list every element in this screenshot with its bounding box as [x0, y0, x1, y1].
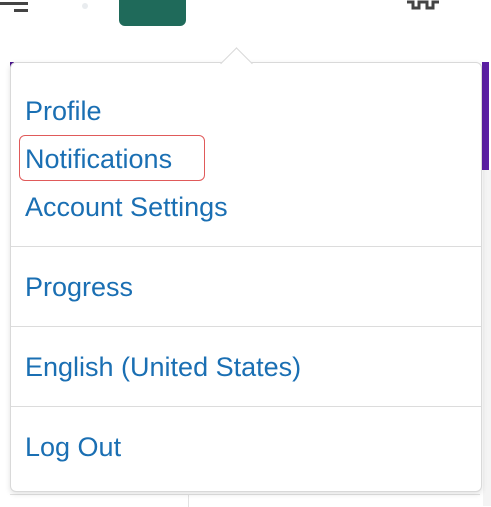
menu-item-language[interactable]: English (United States) — [25, 350, 301, 384]
background-accent-right — [482, 62, 489, 170]
menu-item-log-out[interactable]: Log Out — [25, 430, 121, 464]
top-header-strip — [0, 0, 491, 28]
menu-item-profile[interactable]: Profile — [25, 94, 102, 128]
background-table — [10, 494, 480, 507]
menu-divider — [11, 406, 481, 407]
background-underlay — [483, 170, 491, 506]
menu-divider — [11, 246, 481, 247]
table-column-separator — [188, 495, 189, 507]
header-dot — [82, 3, 88, 9]
popover-caret — [220, 47, 253, 80]
menu-divider — [11, 326, 481, 327]
gear-icon[interactable] — [403, 0, 443, 20]
menu-item-progress[interactable]: Progress — [25, 270, 133, 304]
avatar[interactable] — [119, 0, 186, 26]
menu-item-account-settings[interactable]: Account Settings — [25, 190, 228, 224]
menu-item-notifications[interactable]: Notifications — [25, 142, 172, 176]
user-menu-popover: Profile Notifications Account Settings P… — [10, 47, 482, 492]
hamburger-icon[interactable] — [0, 0, 40, 16]
